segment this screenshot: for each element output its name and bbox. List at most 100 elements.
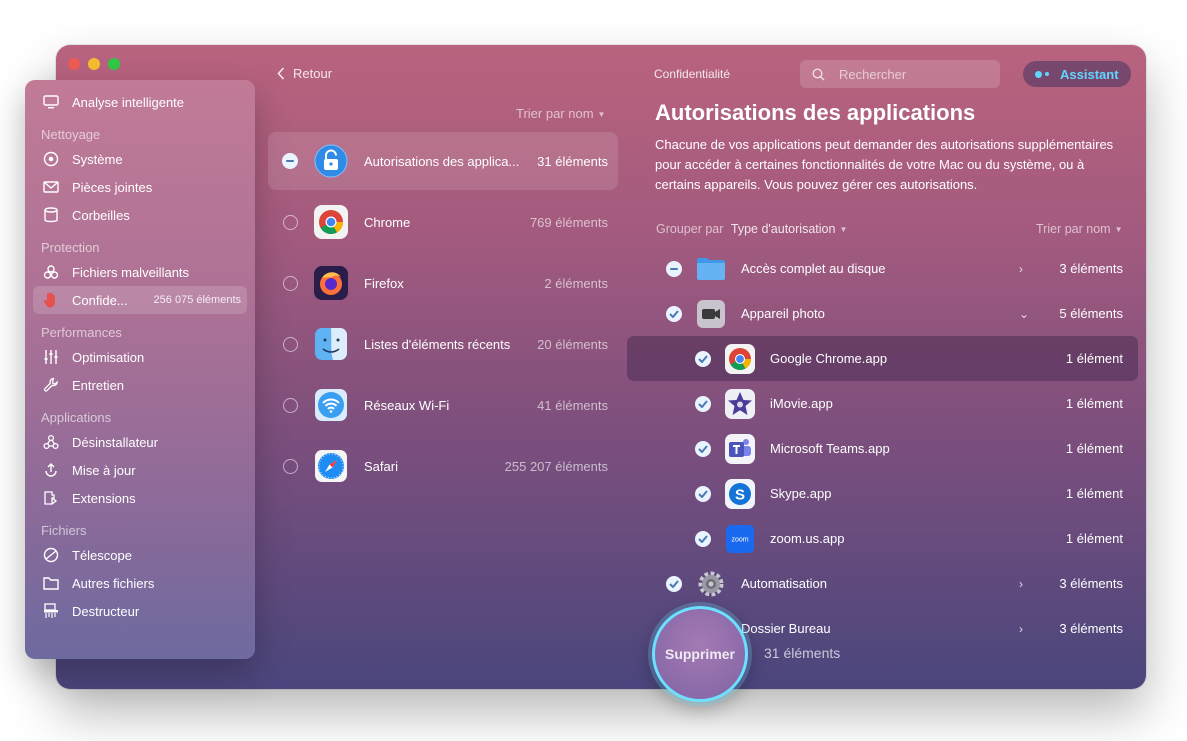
zoom-window-button[interactable] [108, 58, 120, 70]
sort-by-name-dropdown[interactable]: Trier par nom ▼ [516, 106, 605, 121]
list-item[interactable]: Safari 255 207 éléments [268, 437, 618, 495]
sidebar-item-label: Désinstallateur [72, 434, 158, 450]
list-item[interactable]: Listes d'éléments récents 20 éléments [268, 315, 618, 373]
sidebar-item-attachments[interactable]: Pièces jointes [33, 173, 247, 201]
skype-icon: S [725, 478, 755, 509]
permission-app-row[interactable]: Microsoft Teams.app 1 élément [627, 426, 1138, 471]
selection-checkbox[interactable] [283, 458, 298, 474]
sidebar: Analyse intelligente Nettoyage Système P… [25, 80, 255, 659]
permission-app-name: Microsoft Teams.app [770, 441, 890, 456]
sidebar-item-maintenance[interactable]: Entretien [33, 371, 247, 399]
chevron-right-icon[interactable]: › [1019, 262, 1023, 276]
sidebar-item-malware[interactable]: Fichiers malveillants [33, 258, 247, 286]
list-item-count: 41 éléments [537, 397, 608, 413]
sidebar-item-other-files[interactable]: Autres fichiers [33, 569, 247, 597]
sidebar-item-space-lens[interactable]: Télescope [33, 541, 247, 569]
chrome-icon [314, 205, 348, 239]
list-item[interactable]: Chrome 769 éléments [268, 193, 618, 251]
group-by-dropdown[interactable]: Grouper par Type d'autorisation ▼ [656, 222, 847, 236]
page-description: Chacune de vos applications peut demande… [655, 137, 1114, 192]
search-input[interactable] [839, 66, 979, 82]
checkbox-checked[interactable] [666, 305, 682, 322]
sidebar-section-title: Protection [41, 240, 100, 255]
sidebar-item-label: Système [72, 151, 123, 167]
app-permissions-lock-icon [314, 144, 348, 178]
permission-group-row[interactable]: Appareil photo ⌄ 5 éléments [627, 291, 1138, 336]
permission-group-name: Accès complet au disque [741, 261, 886, 276]
minimize-window-button[interactable] [88, 58, 100, 70]
permission-app-count: 1 élément [1065, 531, 1123, 546]
biohazard-icon [42, 263, 60, 281]
sidebar-section-title: Nettoyage [41, 127, 101, 142]
selection-checkbox[interactable] [283, 336, 298, 352]
checkbox-checked[interactable] [695, 440, 711, 457]
sidebar-item-label: Extensions [72, 490, 136, 506]
sidebar-item-label: Corbeilles [72, 207, 130, 223]
system-junk-icon [42, 150, 60, 168]
sidebar-item-extensions[interactable]: Extensions [33, 484, 247, 512]
sidebar-item-trash[interactable]: Corbeilles [33, 201, 247, 229]
permission-app-name: zoom.us.app [770, 531, 845, 546]
sidebar-item-system[interactable]: Système [33, 145, 247, 173]
list-item[interactable]: Réseaux Wi-Fi 41 éléments [268, 376, 618, 434]
sidebar-item-uninstaller[interactable]: Désinstallateur [33, 428, 247, 456]
sidebar-item-optimization[interactable]: Optimisation [33, 343, 247, 371]
list-item[interactable]: Firefox 2 éléments [268, 254, 618, 312]
permission-app-count: 1 élément [1065, 441, 1123, 456]
list-item-name: Autorisations des applica... [364, 153, 520, 169]
checkbox-checked[interactable] [695, 350, 711, 367]
permission-group-count: 3 éléments [1059, 621, 1123, 636]
permission-group-row[interactable]: Automatisation › 3 éléments [627, 561, 1138, 606]
partial-selection-checkbox[interactable] [282, 153, 298, 169]
privacy-item-count: 256 075 éléments [153, 294, 241, 306]
monitor-icon [42, 93, 60, 111]
checkbox-checked[interactable] [695, 395, 711, 412]
sidebar-item-updater[interactable]: Mise à jour [33, 456, 247, 484]
permission-app-row[interactable]: zoom zoom.us.app 1 élément [627, 516, 1138, 561]
permission-app-row[interactable]: Google Chrome.app 1 élément [627, 336, 1138, 381]
back-button[interactable]: Retour [277, 66, 332, 81]
checkbox-checked[interactable] [695, 485, 711, 502]
partial-selection-checkbox[interactable] [666, 260, 682, 277]
sidebar-item-shredder[interactable]: Destructeur [33, 597, 247, 625]
permission-app-name: iMovie.app [770, 396, 833, 411]
list-item[interactable]: Autorisations des applica... 31 éléments [268, 132, 618, 190]
selection-checkbox[interactable] [283, 214, 298, 230]
checkbox-checked[interactable] [666, 575, 682, 592]
finder-icon [315, 328, 347, 360]
permission-app-count: 1 élément [1065, 486, 1123, 501]
selection-checkbox[interactable] [283, 397, 298, 413]
permission-app-row[interactable]: iMovie.app 1 élément [627, 381, 1138, 426]
permission-app-row[interactable]: S Skype.app 1 élément [627, 471, 1138, 516]
folder-icon [697, 257, 725, 280]
chevron-down-icon[interactable]: ⌄ [1019, 307, 1029, 321]
permission-app-count: 1 élément [1065, 396, 1123, 411]
assistant-label: Assistant [1060, 66, 1119, 82]
sidebar-item-label: Autres fichiers [72, 575, 155, 591]
permission-app-count: 1 élément [1065, 351, 1123, 366]
shredder-icon [42, 602, 60, 620]
permission-group-row[interactable]: Accès complet au disque › 3 éléments [627, 246, 1138, 291]
checkbox-checked[interactable] [695, 530, 711, 547]
delete-button-label: Supprimer [664, 646, 735, 662]
folder-icon [42, 574, 60, 592]
sort-by-name-dropdown[interactable]: Trier par nom ▼ [1036, 222, 1122, 236]
sidebar-item-label: Analyse intelligente [72, 94, 185, 110]
assistant-button[interactable]: Assistant [1023, 61, 1131, 87]
camera-icon [697, 299, 725, 328]
imovie-icon [725, 388, 755, 419]
delete-button[interactable]: Supprimer [652, 606, 748, 702]
chevron-right-icon[interactable]: › [1019, 622, 1023, 636]
search-field[interactable] [800, 60, 1000, 88]
sidebar-item-label: Entretien [72, 377, 125, 393]
sidebar-item-smart-scan[interactable]: Analyse intelligente [33, 88, 247, 116]
uninstaller-icon [42, 433, 60, 451]
sidebar-item-privacy[interactable]: Confide... 256 075 éléments [33, 286, 247, 314]
close-window-button[interactable] [68, 58, 80, 70]
list-item-count: 31 éléments [537, 153, 608, 169]
sidebar-item-label: Mise à jour [72, 462, 136, 478]
permission-group-count: 3 éléments [1059, 576, 1123, 591]
chevron-right-icon[interactable]: › [1019, 577, 1023, 591]
caret-down-icon: ▼ [597, 110, 606, 119]
selection-checkbox[interactable] [283, 275, 298, 291]
